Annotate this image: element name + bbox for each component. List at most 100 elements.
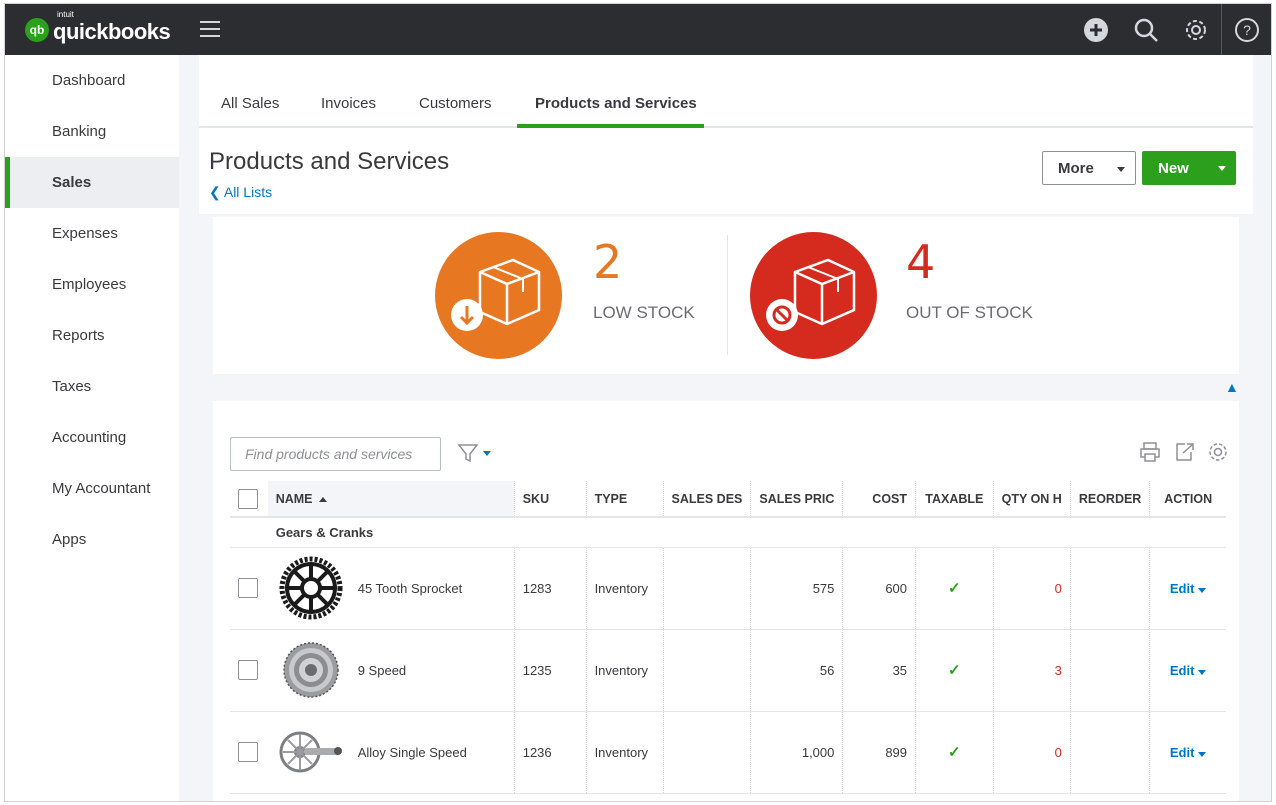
qty-on-hand-cell: 3 — [993, 629, 1071, 712]
low-stock-label: LOW STOCK — [593, 303, 695, 322]
out-of-stock-tile[interactable] — [750, 232, 877, 359]
table-row[interactable]: 45 Tooth Sprocket 1283 Inventory 575 600… — [230, 547, 1226, 630]
column-header-qty-on-hand[interactable]: QTY ON H — [993, 481, 1071, 518]
main-content: All Sales Invoices Customers Products an… — [179, 55, 1271, 801]
settings-gear-icon[interactable] — [1207, 441, 1229, 463]
caret-down-icon — [1198, 587, 1207, 593]
caret-down-icon — [1117, 167, 1125, 172]
product-name[interactable]: 45 Tooth Sprocket — [358, 581, 463, 596]
column-header-reorder[interactable]: REORDER — [1070, 481, 1151, 518]
sidebar-item-reports[interactable]: Reports — [5, 310, 179, 361]
list-tools — [1139, 441, 1229, 463]
caret-down-icon — [483, 450, 491, 456]
edit-action-button[interactable]: Edit — [1170, 581, 1207, 596]
more-label: More — [1058, 159, 1094, 177]
sku-cell: 1235 — [514, 629, 587, 712]
search-input[interactable]: Find products and services — [230, 437, 441, 471]
caret-down-icon — [1198, 751, 1207, 757]
sort-ascending-icon — [318, 496, 327, 502]
select-all-checkbox[interactable] — [238, 488, 258, 509]
stock-divider — [727, 235, 728, 355]
cost-cell: 899 — [842, 711, 917, 794]
sidebar-item-dashboard[interactable]: Dashboard — [5, 55, 179, 106]
crankset-image — [276, 717, 346, 787]
tab-customers[interactable]: Customers — [419, 95, 492, 112]
sidebar-item-employees[interactable]: Employees — [5, 259, 179, 310]
column-header-cost[interactable]: COST — [842, 481, 917, 518]
logo-intuit-text: intuit — [57, 10, 74, 19]
type-cell: Inventory — [586, 629, 664, 712]
box-down-icon — [451, 258, 541, 331]
row-checkbox[interactable] — [238, 742, 258, 762]
group-label: Gears & Cranks — [267, 517, 1226, 548]
sales-price-cell: 56 — [750, 629, 844, 712]
search-icon[interactable] — [1121, 4, 1171, 55]
sales-price-cell: 575 — [750, 547, 844, 630]
app-window: qb intuit quickbooks ? Dashboard Banking — [4, 3, 1272, 802]
product-name[interactable]: 9 Speed — [358, 663, 406, 678]
collapse-chevron-up-icon[interactable]: ▲ — [1225, 379, 1239, 395]
export-icon[interactable] — [1173, 441, 1195, 463]
logo-name-text: quickbooks — [53, 19, 171, 44]
low-stock-tile[interactable] — [435, 232, 562, 359]
column-header-sales-price[interactable]: SALES PRIC — [750, 481, 844, 518]
help-icon[interactable]: ? — [1221, 4, 1271, 55]
column-header-type[interactable]: TYPE — [586, 481, 664, 518]
table-row[interactable]: 9 Speed 1235 Inventory 56 35 ✓ 3 Edit — [230, 629, 1226, 712]
table-header-row: NAME SKU TYPE SALES DES SALES PRIC COST … — [230, 481, 1226, 518]
row-checkbox[interactable] — [238, 660, 258, 680]
column-header-taxable[interactable]: TAXABLE — [915, 481, 994, 518]
plus-icon[interactable] — [1071, 4, 1121, 55]
tab-products-and-services[interactable]: Products and Services — [535, 95, 697, 112]
all-lists-link[interactable]: ❮ All Lists — [209, 184, 272, 201]
sku-cell: 1236 — [514, 711, 587, 794]
sidebar-item-banking[interactable]: Banking — [5, 106, 179, 157]
page-title: Products and Services — [209, 148, 450, 175]
filter-icon — [457, 444, 479, 463]
hamburger-menu-icon[interactable] — [200, 21, 220, 37]
column-header-action: ACTION — [1149, 481, 1226, 518]
column-header-sales-description[interactable]: SALES DES — [663, 481, 752, 518]
box-blocked-icon — [766, 258, 856, 331]
sidebar-item-apps[interactable]: Apps — [5, 514, 179, 565]
taxable-check-icon: ✓ — [948, 580, 961, 597]
sidebar-item-sales[interactable]: Sales — [5, 157, 179, 208]
products-list-panel: Find products and services NAME SKU TYPE… — [213, 401, 1239, 801]
sidebar-item-expenses[interactable]: Expenses — [5, 208, 179, 259]
caret-down-icon — [1218, 166, 1226, 171]
column-header-name[interactable]: NAME — [267, 481, 515, 518]
edit-action-button[interactable]: Edit — [1170, 745, 1207, 760]
quickbooks-logo[interactable]: qb intuit quickbooks — [25, 10, 171, 46]
sku-cell: 1283 — [514, 547, 587, 630]
edit-action-button[interactable]: Edit — [1170, 663, 1207, 678]
taxable-check-icon: ✓ — [948, 662, 961, 679]
filter-button[interactable] — [457, 442, 491, 464]
new-button[interactable]: New — [1142, 151, 1236, 185]
top-bar: qb intuit quickbooks ? — [5, 4, 1271, 55]
sales-description-cell — [663, 547, 752, 630]
more-button[interactable]: More — [1042, 151, 1136, 185]
low-stock-count: 2 — [593, 235, 623, 289]
caret-down-icon — [1198, 669, 1207, 675]
print-icon[interactable] — [1139, 441, 1161, 463]
table-row[interactable]: Alloy Single Speed 1236 Inventory 1,000 … — [230, 711, 1226, 794]
sidebar-item-taxes[interactable]: Taxes — [5, 361, 179, 412]
gear-icon[interactable] — [1171, 4, 1221, 55]
sidebar-item-my-accountant[interactable]: My Accountant — [5, 463, 179, 514]
tab-all-sales[interactable]: All Sales — [221, 95, 279, 112]
cost-cell: 600 — [842, 547, 917, 630]
row-checkbox[interactable] — [238, 578, 258, 598]
products-table: NAME SKU TYPE SALES DES SALES PRIC COST … — [230, 481, 1226, 794]
reorder-cell — [1070, 711, 1151, 794]
product-name[interactable]: Alloy Single Speed — [358, 745, 467, 760]
all-lists-label: All Lists — [223, 184, 273, 200]
group-row: Gears & Cranks — [230, 517, 1226, 548]
column-header-sku[interactable]: SKU — [514, 481, 587, 518]
sales-description-cell — [663, 629, 752, 712]
cost-cell: 35 — [842, 629, 917, 712]
sidebar-item-accounting[interactable]: Accounting — [5, 412, 179, 463]
tab-invoices[interactable]: Invoices — [321, 95, 376, 112]
cassette-image — [276, 635, 346, 705]
sales-tabs: All Sales Invoices Customers Products an… — [199, 55, 1253, 128]
select-all-header — [230, 481, 268, 518]
